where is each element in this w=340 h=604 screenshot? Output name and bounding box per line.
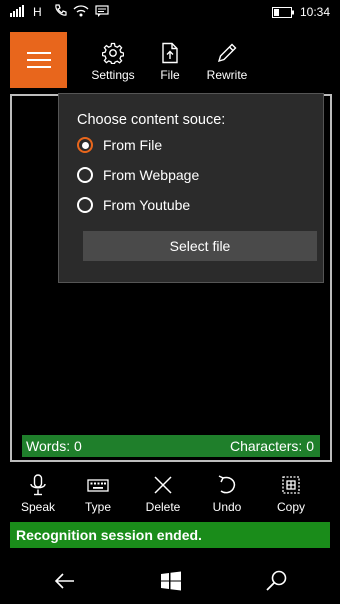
delete-label: Delete <box>145 500 181 514</box>
characters-count: Characters: 0 <box>229 438 314 454</box>
copy-label: Copy <box>276 500 305 514</box>
keyboard-icon <box>87 479 109 492</box>
pencil-icon <box>217 43 237 63</box>
windows-icon <box>161 571 181 591</box>
close-icon <box>154 476 172 494</box>
status-bar: H 10:34 <box>0 0 340 24</box>
network-type: H <box>33 5 42 19</box>
radio-label: From File <box>103 137 163 153</box>
radio-label: From Webpage <box>103 167 200 183</box>
speak-label: Speak <box>20 500 56 514</box>
radio-selected-icon <box>77 137 93 153</box>
rewrite-button[interactable]: Rewrite <box>197 42 257 82</box>
message-icon <box>95 5 109 21</box>
radio-label: From Youtube <box>103 197 191 213</box>
rewrite-label: Rewrite <box>206 68 248 82</box>
start-button[interactable] <box>156 566 186 596</box>
search-button[interactable] <box>262 566 292 596</box>
hamburger-icon-line <box>26 52 51 54</box>
flyout-title: Choose content souce: <box>77 112 226 128</box>
radio-from-file[interactable]: From File <box>77 134 162 156</box>
signal-icon <box>10 5 26 21</box>
file-icon <box>162 42 178 64</box>
type-button[interactable]: Type <box>73 474 123 514</box>
radio-unselected-icon <box>77 167 93 183</box>
back-button[interactable] <box>50 566 80 596</box>
copy-button[interactable]: Copy <box>266 474 316 514</box>
clock: 10:34 <box>300 5 331 19</box>
status-message: Recognition session ended. <box>10 522 330 548</box>
undo-icon <box>218 475 236 494</box>
call-forwarding-icon <box>53 4 67 22</box>
search-icon <box>266 570 287 591</box>
radio-unselected-icon <box>77 197 93 213</box>
undo-button[interactable]: Undo <box>202 474 252 514</box>
file-label: File <box>160 68 180 82</box>
words-count: Words: 0 <box>26 438 82 454</box>
microphone-icon <box>30 474 46 496</box>
radio-from-webpage[interactable]: From Webpage <box>77 164 199 186</box>
radio-from-youtube[interactable]: From Youtube <box>77 194 190 216</box>
type-label: Type <box>84 500 111 514</box>
speak-button[interactable]: Speak <box>13 474 63 514</box>
count-bar: Words: 0 Characters: 0 <box>22 435 320 457</box>
hamburger-icon-line <box>26 66 51 68</box>
undo-label: Undo <box>212 500 242 514</box>
settings-button[interactable]: Settings <box>83 42 143 82</box>
back-arrow-icon <box>54 573 74 589</box>
copy-icon <box>282 476 300 494</box>
gear-icon <box>102 42 124 64</box>
hamburger-icon-line <box>26 59 51 61</box>
select-file-button[interactable]: Select file <box>83 231 317 261</box>
content-source-flyout: Choose content souce: From File From Web… <box>58 93 324 283</box>
wifi-icon <box>73 4 89 22</box>
delete-button[interactable]: Delete <box>138 474 188 514</box>
battery-icon <box>272 6 294 22</box>
file-button[interactable]: File <box>140 42 200 82</box>
hamburger-menu-button[interactable] <box>10 32 67 88</box>
settings-label: Settings <box>91 68 135 82</box>
